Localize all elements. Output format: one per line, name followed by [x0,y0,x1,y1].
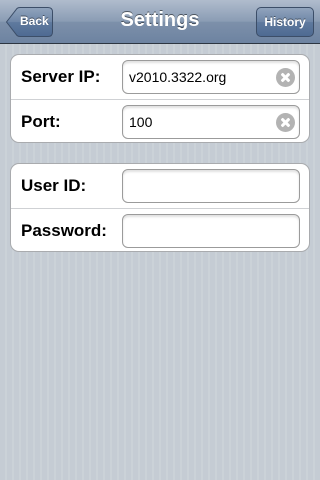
password-row: Password: [11,208,309,251]
port-label: Port: [21,112,61,131]
user-id-label: User ID: [21,176,87,195]
user-id-field[interactable] [122,169,300,203]
clear-icon[interactable] [276,68,295,87]
server-ip-row: Server IP: v2010.3322.org [11,55,309,99]
port-value: 100 [129,114,153,130]
history-button[interactable]: History [256,7,314,37]
navigation-bar: Back Settings History [0,0,320,44]
server-settings-group: Server IP: v2010.3322.org Port: 100 [10,54,310,143]
login-settings-group: User ID: Password: [10,163,310,252]
password-field[interactable] [122,214,300,248]
user-id-row: User ID: [11,164,309,208]
port-field[interactable]: 100 [122,105,300,139]
clear-icon[interactable] [276,113,295,132]
back-button-label: Back [20,14,49,28]
port-row: Port: 100 [11,99,309,142]
server-ip-value: v2010.3322.org [129,69,227,85]
page-title: Settings [120,9,200,31]
password-label: Password: [21,221,107,240]
server-ip-field[interactable]: v2010.3322.org [122,60,300,94]
server-ip-label: Server IP: [21,67,101,86]
back-button[interactable]: Back [6,7,53,37]
